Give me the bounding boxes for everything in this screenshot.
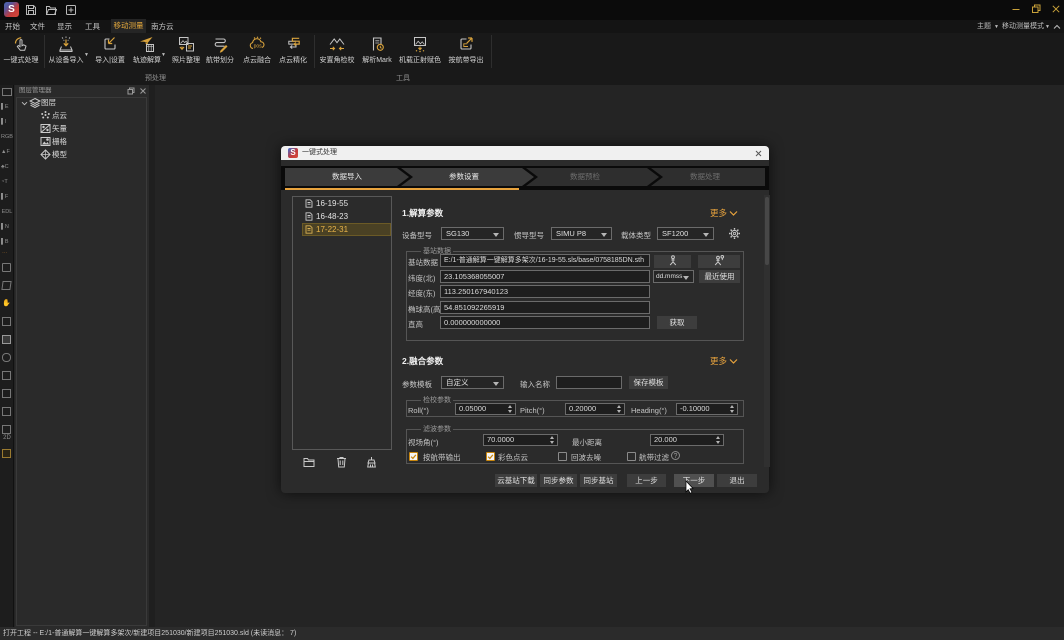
- svg-text:pos: pos: [254, 44, 263, 50]
